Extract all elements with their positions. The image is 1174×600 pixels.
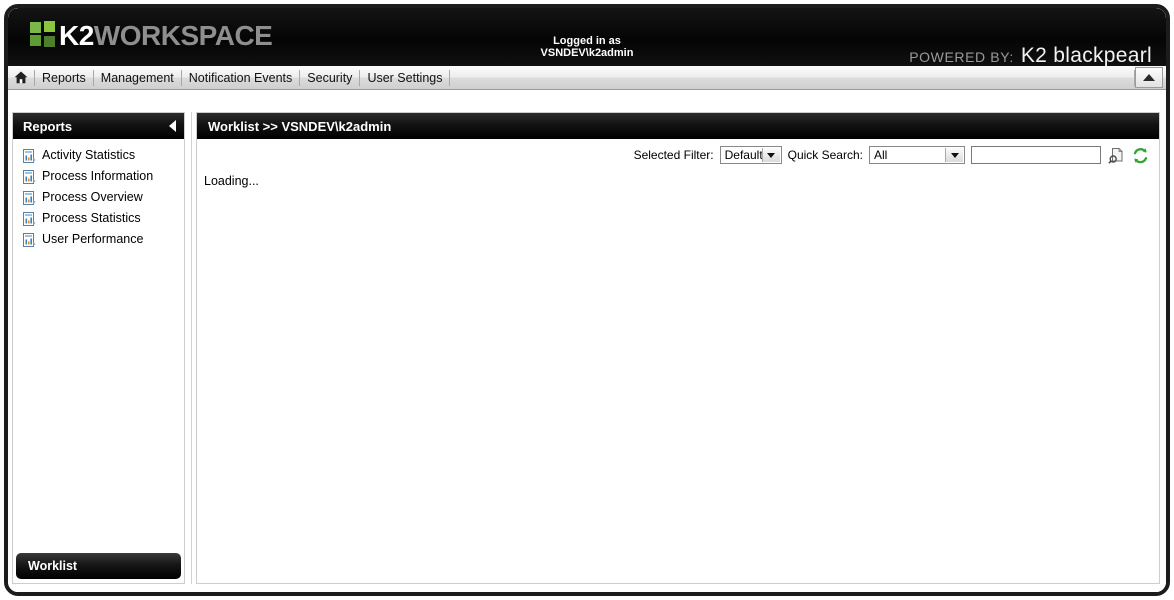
page-body: Reports Activity Statistics Process Info…	[8, 91, 1166, 592]
logo-text-secondary: WORKSPACE	[93, 20, 273, 51]
sidebar-item-process-statistics[interactable]: Process Statistics	[13, 208, 184, 229]
sidebar-item-label: User Performance	[42, 232, 144, 246]
powered-by-label: POWERED BY:	[909, 49, 1014, 65]
nav-item-user-settings[interactable]: User Settings	[360, 67, 449, 89]
report-document-icon	[23, 211, 36, 226]
quick-search-value: All	[874, 148, 888, 162]
panel-divider	[191, 112, 192, 584]
report-document-icon	[23, 169, 36, 184]
page-title: Worklist >> VSNDEV\k2admin	[208, 118, 392, 134]
logo-text-primary: K2	[59, 20, 94, 51]
report-document-icon	[23, 232, 36, 247]
report-document-icon	[23, 190, 36, 205]
selected-filter-value: Default	[724, 148, 763, 162]
sidebar-header: Reports	[13, 113, 184, 139]
refresh-icon[interactable]	[1131, 146, 1149, 164]
powered-by-block: POWERED BY: K2 blackpearl	[909, 44, 1152, 66]
quick-search-label: Quick Search:	[787, 148, 863, 162]
sidebar-worklist-label: Worklist	[28, 559, 78, 573]
collapse-header-button[interactable]	[1135, 67, 1163, 88]
quick-search-select[interactable]: All	[869, 146, 965, 164]
search-page-icon[interactable]	[1107, 146, 1125, 164]
nav-item-security[interactable]: Security	[300, 67, 359, 89]
sidebar-item-activity-statistics[interactable]: Activity Statistics	[13, 145, 184, 166]
worklist-toolbar: Selected Filter: Default Quick Search: A…	[197, 139, 1159, 168]
selected-filter-label: Selected Filter:	[633, 148, 714, 162]
sidebar-item-label: Activity Statistics	[42, 148, 136, 162]
caret-up-icon	[1143, 74, 1155, 81]
nav-item-notification-events[interactable]: Notification Events	[182, 67, 300, 89]
sidebar-item-process-overview[interactable]: Process Overview	[13, 187, 184, 208]
search-input[interactable]	[971, 146, 1101, 164]
sidebar-worklist-button[interactable]: Worklist	[16, 553, 181, 579]
sidebar-item-label: Process Overview	[42, 190, 143, 204]
k2-workspace-page: K2WORKSPACE Logged in as VSNDEV\k2admin …	[0, 0, 1174, 600]
sidebar-panel: Reports Activity Statistics Process Info…	[12, 112, 185, 584]
home-icon[interactable]	[8, 66, 34, 89]
nav-separator	[449, 69, 451, 86]
content-header: Worklist >> VSNDEV\k2admin	[197, 113, 1159, 139]
powered-by-brand: K2 blackpearl	[1020, 44, 1152, 66]
sidebar-title: Reports	[23, 118, 73, 134]
content-panel: Worklist >> VSNDEV\k2admin Selected Filt…	[196, 112, 1160, 584]
status-text: Loading...	[204, 174, 259, 188]
report-document-icon	[23, 148, 36, 163]
app-logo[interactable]: K2WORKSPACE	[30, 20, 273, 51]
app-header: K2WORKSPACE Logged in as VSNDEV\k2admin …	[8, 8, 1166, 66]
sidebar-item-list: Activity Statistics Process Information …	[13, 139, 184, 250]
selected-filter-select[interactable]: Default	[719, 146, 782, 164]
sidebar-item-process-information[interactable]: Process Information	[13, 166, 184, 187]
nav-item-management[interactable]: Management	[94, 67, 181, 89]
nav-item-reports[interactable]: Reports	[35, 67, 93, 89]
chevron-down-icon	[945, 148, 963, 162]
main-navigation-bar: Reports Management Notification Events S…	[8, 66, 1166, 90]
sidebar-item-label: Process Information	[42, 169, 154, 183]
sidebar-item-label: Process Statistics	[42, 211, 141, 225]
caret-left-icon[interactable]	[169, 120, 176, 132]
sidebar-item-user-performance[interactable]: User Performance	[13, 229, 184, 250]
chevron-down-icon	[761, 148, 780, 162]
window-frame: K2WORKSPACE Logged in as VSNDEV\k2admin …	[4, 4, 1170, 596]
k2-logo-squares-icon	[30, 21, 56, 47]
